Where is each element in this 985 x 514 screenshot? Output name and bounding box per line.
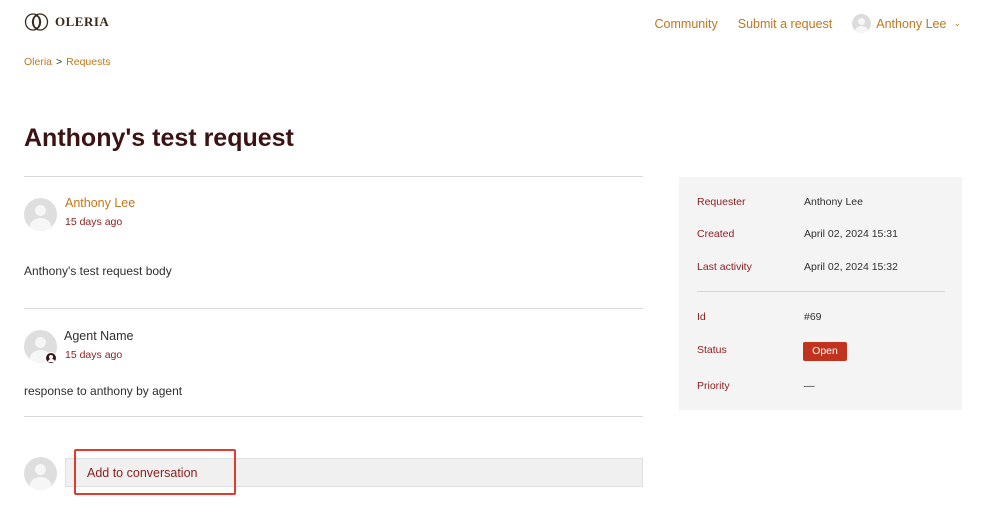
- chevron-down-icon: ⌄: [953, 18, 961, 28]
- request-details-sidebar: Requester Anthony Lee Created April 02, …: [679, 177, 962, 410]
- divider: [24, 416, 643, 417]
- requester-value: Anthony Lee: [804, 196, 863, 208]
- user-menu[interactable]: Anthony Lee ⌄: [852, 14, 961, 33]
- created-value: April 02, 2024 15:31: [804, 228, 898, 240]
- priority-value: —: [804, 380, 815, 392]
- breadcrumb-item-requests[interactable]: Requests: [66, 56, 110, 68]
- created-label: Created: [697, 228, 735, 240]
- comment-item: Agent Name 15 days ago response to antho…: [24, 328, 643, 408]
- add-to-conversation-input[interactable]: Add to conversation: [65, 458, 643, 487]
- user-avatar: [852, 14, 872, 33]
- divider: [24, 176, 643, 177]
- logo-mark-icon: [24, 13, 49, 31]
- last-activity-label: Last activity: [697, 261, 752, 273]
- breadcrumb-separator: >: [56, 56, 63, 68]
- comment-body: Anthony's test request body: [24, 264, 172, 278]
- divider: [24, 308, 643, 309]
- id-label: Id: [697, 311, 706, 323]
- breadcrumb: Oleria > Requests: [24, 56, 111, 68]
- community-link[interactable]: Community: [655, 17, 718, 31]
- site-header: OLERIA Community Submit a request Anthon…: [0, 0, 985, 48]
- comment-item: Anthony Lee 15 days ago Anthony's test r…: [24, 195, 643, 295]
- agent-badge-icon: [45, 352, 57, 364]
- top-nav: Community Submit a request Anthony Lee ⌄: [655, 14, 961, 33]
- status-label: Status: [697, 344, 727, 356]
- submit-request-link[interactable]: Submit a request: [738, 17, 833, 31]
- priority-label: Priority: [697, 380, 730, 392]
- comment-timestamp: 15 days ago: [65, 349, 123, 361]
- avatar: [24, 198, 57, 231]
- reply-placeholder: Add to conversation: [87, 466, 198, 480]
- comment-timestamp: 15 days ago: [65, 216, 123, 228]
- comment-body: response to anthony by agent: [24, 384, 183, 398]
- reply-avatar: [24, 457, 57, 490]
- status-badge: Open: [803, 342, 847, 361]
- page-title: Anthony's test request: [24, 124, 294, 152]
- breadcrumb-item-oleria[interactable]: Oleria: [24, 56, 52, 68]
- last-activity-value: April 02, 2024 15:32: [804, 261, 898, 273]
- logo-text: OLERIA: [55, 14, 110, 29]
- id-value: #69: [804, 311, 822, 323]
- comment-author-link[interactable]: Anthony Lee: [65, 196, 135, 210]
- requester-label: Requester: [697, 196, 746, 208]
- user-name: Anthony Lee: [876, 16, 947, 31]
- sidebar-divider: [697, 291, 945, 292]
- oleria-logo[interactable]: OLERIA: [24, 13, 109, 31]
- comment-author: Agent Name: [64, 329, 134, 343]
